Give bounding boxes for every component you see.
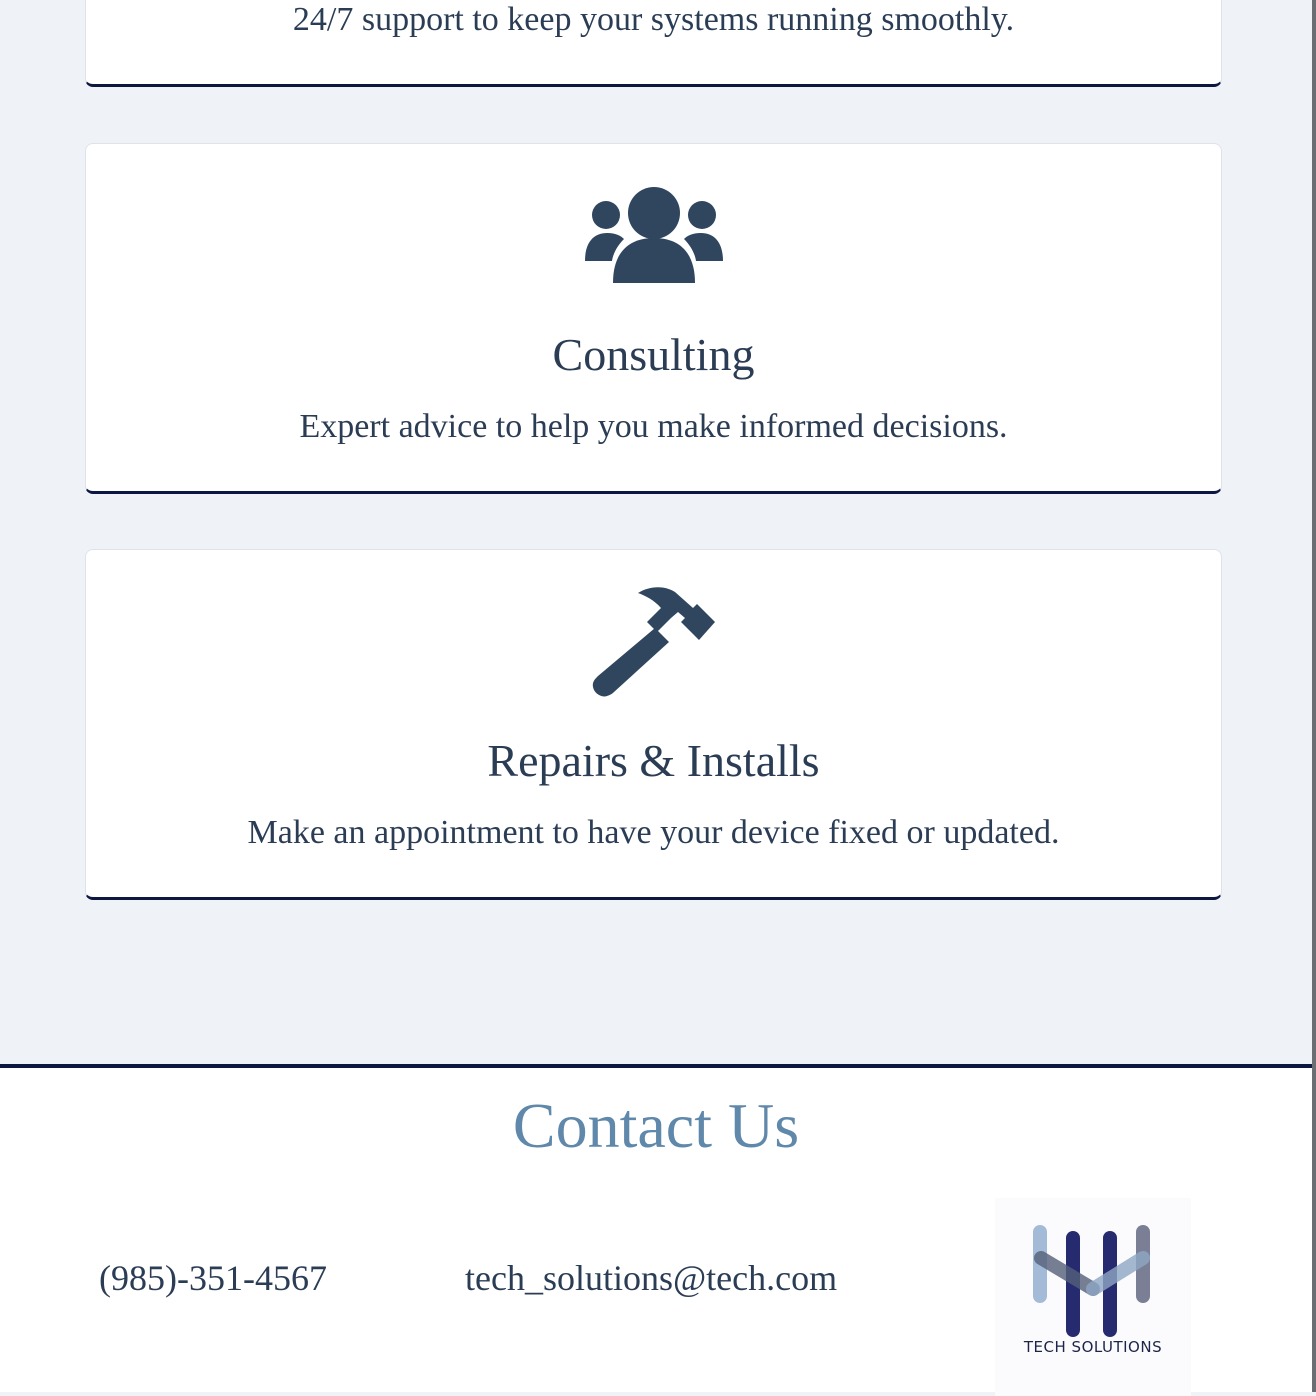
logo-mark-icon <box>1033 1225 1150 1337</box>
company-logo: TECH SOLUTIONS <box>995 1198 1191 1396</box>
window-edge <box>1312 0 1316 1392</box>
users-icon <box>585 187 723 283</box>
contact-title: Contact Us <box>512 1090 800 1161</box>
contact-footer: Contact Us (985)-351-4567 tech_solutions… <box>0 1064 1312 1396</box>
service-description: 24/7 support to keep your systems runnin… <box>292 1 1015 38</box>
logo-text: TECH SOLUTIONS <box>1023 1338 1163 1356</box>
hammer-icon <box>592 587 715 697</box>
service-description: Expert advice to help you make informed … <box>299 408 1008 445</box>
service-description: Make an appointment to have your device … <box>247 814 1060 851</box>
service-title: Repairs & Installs <box>487 735 820 786</box>
service-title: Consulting <box>552 329 755 380</box>
phone-number[interactable]: (985)-351-4567 <box>99 1260 327 1296</box>
email-address[interactable]: tech_solutions@tech.com <box>465 1260 837 1296</box>
page: 24/7 support to keep your systems runnin… <box>0 0 1312 1396</box>
service-card-support: 24/7 support to keep your systems runnin… <box>85 0 1222 87</box>
service-card-repairs: Repairs & Installs Make an appointment t… <box>85 549 1222 900</box>
service-card-consulting: Consulting Expert advice to help you mak… <box>85 143 1222 494</box>
